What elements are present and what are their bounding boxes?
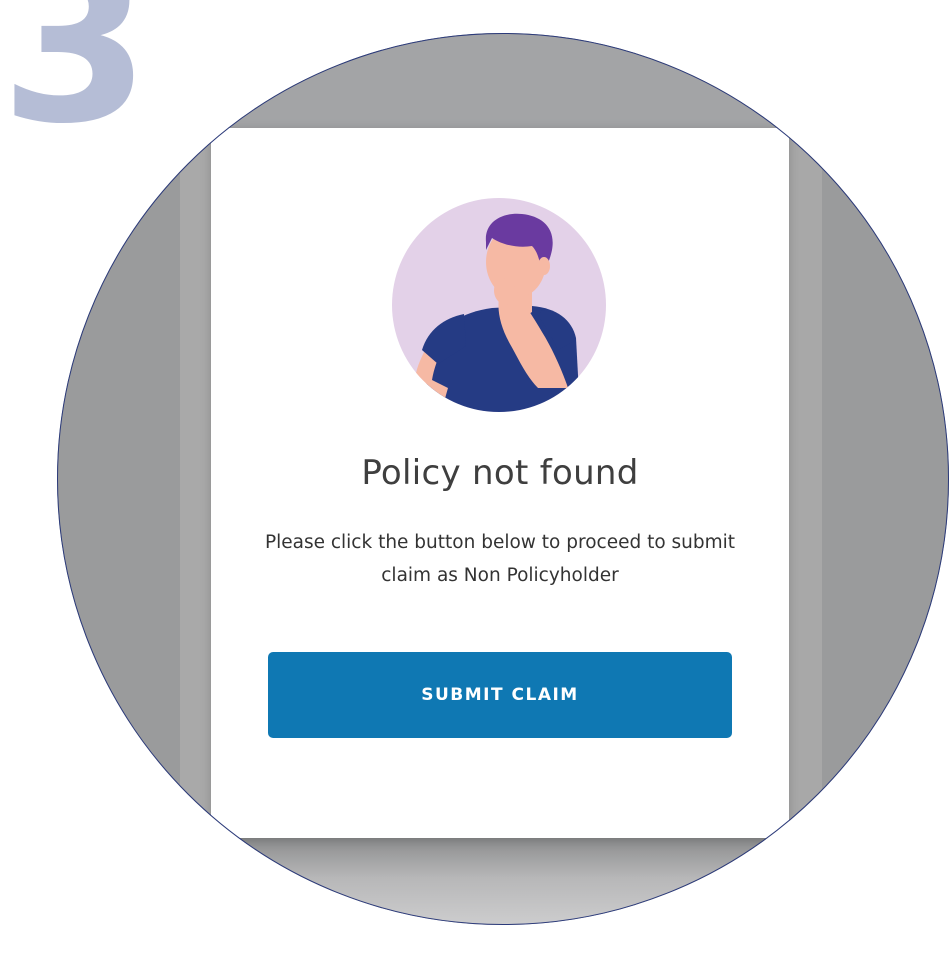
backdrop-right-edge <box>789 128 822 870</box>
thinking-person-illustration <box>415 213 580 412</box>
dialog-title: Policy not found <box>361 453 639 493</box>
policy-not-found-dialog: Policy not found Please click the button… <box>211 128 789 838</box>
tutorial-step-panel: 3 <box>0 0 952 963</box>
thinking-person-icon <box>392 198 606 412</box>
dialog-description: Please click the button below to proceed… <box>264 532 736 586</box>
zoom-callout: Policy not found Please click the button… <box>57 33 949 925</box>
submit-claim-button[interactable]: SUBMIT CLAIM <box>268 652 732 738</box>
backdrop-left-edge <box>180 128 211 870</box>
backdrop-bottom <box>57 838 949 925</box>
ear-shape <box>538 257 550 275</box>
backdrop-top <box>57 33 949 128</box>
